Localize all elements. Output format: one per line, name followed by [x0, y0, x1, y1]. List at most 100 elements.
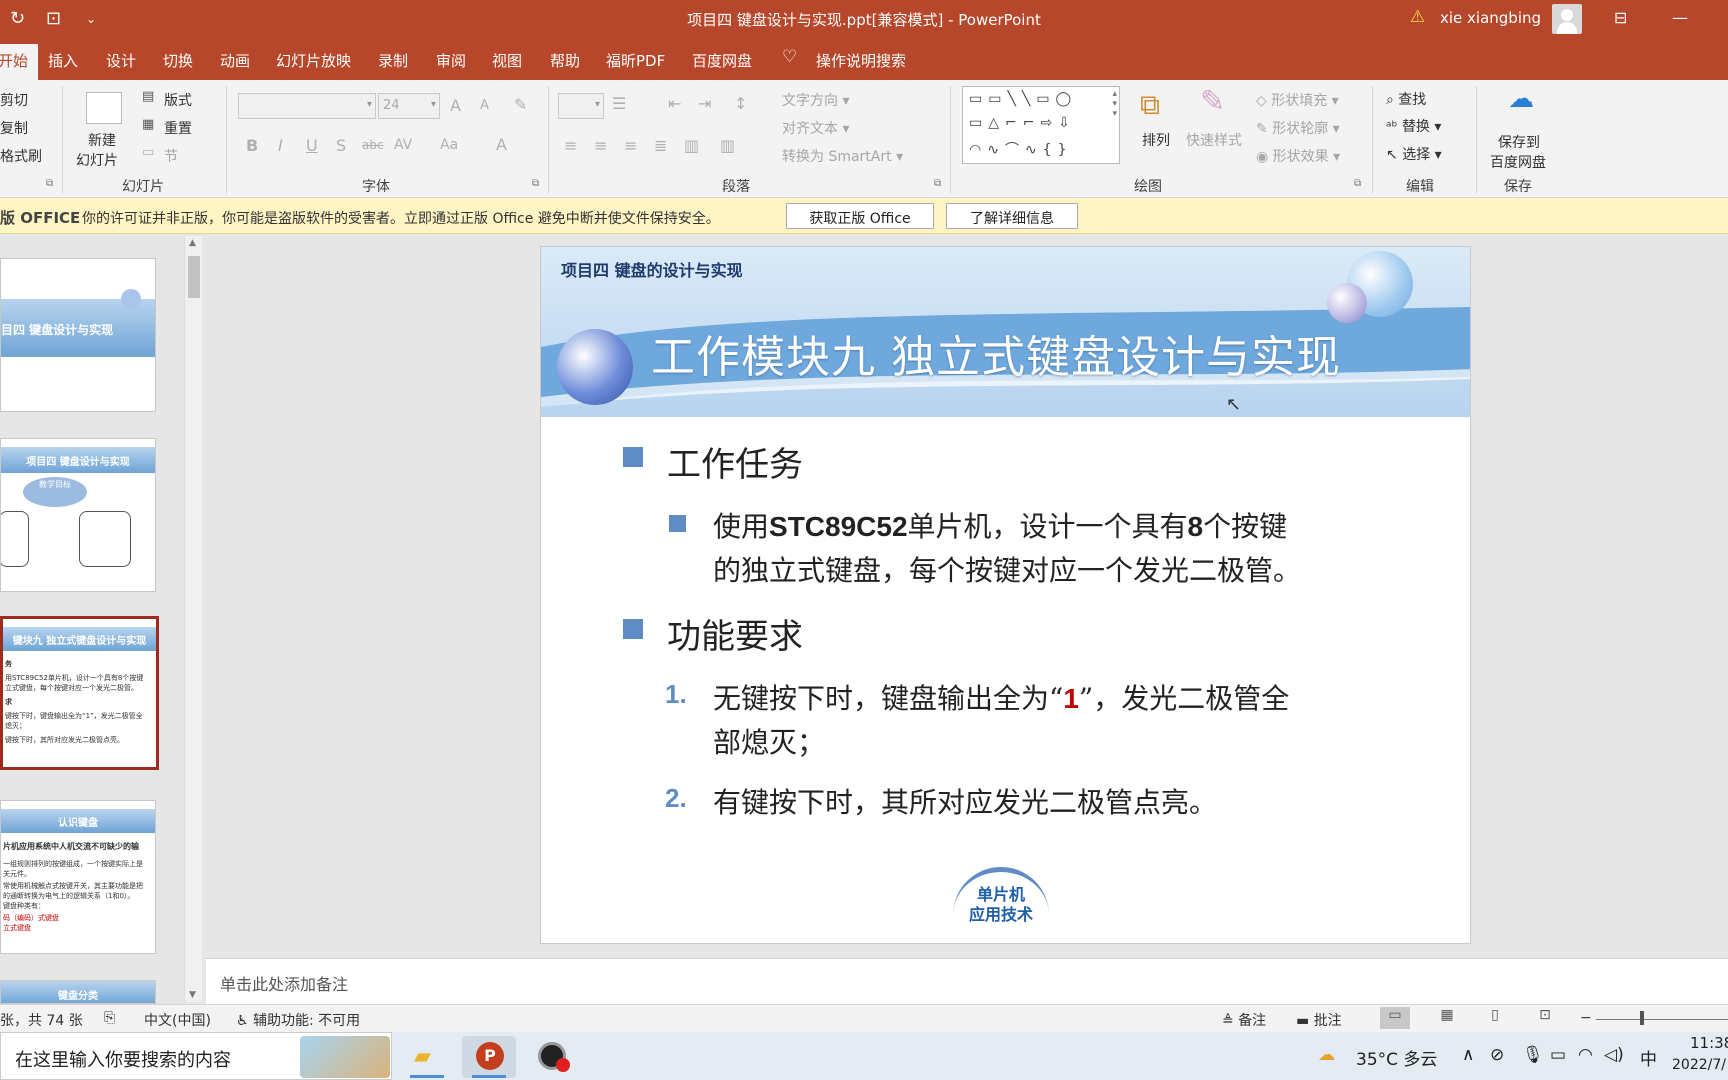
align-center-icon[interactable]: ≡ [594, 136, 607, 155]
requirement-2[interactable]: 有键按下时，其所对应发光二极管点亮。 [713, 781, 1217, 821]
task-description-line1[interactable]: 使用STC89C52单片机，设计一个具有8个按键 [713, 505, 1287, 545]
clock-time[interactable]: 11:38 [1690, 1034, 1728, 1052]
bullets-button[interactable]: ▾ [558, 93, 604, 119]
network-status-icon[interactable]: ⊘ [1490, 1045, 1504, 1065]
slide-thumbnail-selected[interactable]: 键块九 独立式键盘设计与实现 务 用STC89C52单片机，设计一个具有8个按键… [0, 616, 159, 770]
zoom-slider-knob[interactable] [1640, 1011, 1644, 1025]
select-button[interactable]: ↖ 选择 ▾ [1386, 144, 1442, 164]
font-name-combo[interactable]: ▾ [238, 93, 376, 119]
char-spacing-button[interactable]: AV [394, 137, 412, 153]
font-color-button[interactable]: A [496, 135, 507, 154]
decrease-indent-icon[interactable]: ⇤ [668, 94, 681, 113]
bold-button[interactable]: B [246, 136, 258, 155]
section-button[interactable]: 节 [164, 146, 178, 166]
columns-icon[interactable]: ▥ [720, 136, 735, 155]
accessibility-status[interactable]: ♿ 辅助功能: 不可用 [236, 1010, 360, 1030]
zoom-out-icon[interactable]: − [1580, 1010, 1592, 1026]
find-button[interactable]: ⌕ 查找 [1386, 89, 1426, 109]
clear-format-icon[interactable]: ✎ [514, 95, 527, 114]
distribute-icon[interactable]: ▥ [684, 136, 699, 155]
current-slide[interactable]: 项目四 键盘的设计与实现 工作模块九 独立式键盘设计与实现 工作任务 使用STC… [540, 246, 1471, 944]
tab-baidu-netdisk[interactable]: 百度网盘 [692, 50, 752, 71]
shape-fill-button[interactable]: ◇ 形状填充 ▾ [1256, 90, 1339, 110]
increase-indent-icon[interactable]: ⇥ [698, 94, 711, 113]
requirement-1-line2[interactable]: 部熄灭； [713, 721, 825, 761]
arrange-button[interactable]: 排列 [1142, 130, 1170, 150]
get-genuine-office-button[interactable]: 获取正版 Office [786, 203, 934, 229]
reading-view-icon[interactable]: ▯ [1480, 1007, 1510, 1029]
minimize-icon[interactable]: — [1672, 8, 1688, 27]
save-to-baidu-button[interactable]: 保存到 [1498, 132, 1540, 152]
tab-help[interactable]: 帮助 [550, 50, 580, 71]
notes-pane[interactable]: 单击此处添加备注 [206, 958, 1728, 1004]
tab-slideshow[interactable]: 幻灯片放映 [276, 50, 351, 71]
tab-home[interactable]: 开始 [0, 44, 39, 80]
font-size-combo[interactable]: 24 ▾ [378, 93, 440, 119]
strikethrough-button[interactable]: abc [362, 138, 384, 152]
shrink-font-icon[interactable]: A [480, 98, 489, 113]
learn-more-button[interactable]: 了解详细信息 [946, 203, 1078, 229]
slide-thumbnail[interactable]: 项目四 键盘设计与实现 教学目标 [0, 438, 156, 592]
tab-insert[interactable]: 插入 [48, 50, 78, 71]
tab-design[interactable]: 设计 [106, 50, 136, 71]
normal-view-icon[interactable]: ▭ [1380, 1007, 1410, 1029]
tab-transitions[interactable]: 切换 [163, 50, 193, 71]
font-launcher-icon[interactable]: ⧉ [532, 178, 539, 189]
slide-sorter-view-icon[interactable]: ▦ [1432, 1007, 1462, 1029]
warning-icon[interactable]: ⚠ [1410, 7, 1425, 27]
underline-button[interactable]: U [306, 136, 318, 155]
slide-thumbnail[interactable]: 认识键盘 片机应用系统中人机交流不可缺少的输 一组规则排列的按键组成，一个按键实… [0, 800, 156, 954]
scroll-up-icon[interactable]: ▲ [189, 238, 196, 248]
layout-button[interactable]: 版式 [164, 90, 192, 110]
align-right-icon[interactable]: ≡ [624, 136, 637, 155]
grow-font-icon[interactable]: A [450, 96, 461, 115]
slide-thumbnail[interactable]: 键盘分类 [0, 980, 156, 1004]
requirement-1-line1[interactable]: 无键按下时，键盘输出全为“1”，发光二极管全 [713, 677, 1289, 717]
file-explorer-app[interactable]: ▰ [400, 1036, 454, 1078]
ribbon-display-icon[interactable]: ⊟ [1614, 8, 1627, 27]
thumbnail-scrollbar[interactable]: ▲ ▼ [184, 236, 202, 1002]
tab-animations[interactable]: 动画 [220, 50, 250, 71]
line-spacing-icon[interactable]: ↕ [734, 94, 747, 113]
tab-record[interactable]: 录制 [378, 50, 408, 71]
shadow-button[interactable]: S [336, 136, 346, 155]
smartart-button[interactable]: 转换为 SmartArt ▾ [782, 146, 903, 166]
cut-button[interactable]: 剪切 [0, 90, 28, 110]
weather-icon[interactable]: ☁ [1318, 1045, 1335, 1065]
volume-icon[interactable]: ◁) [1604, 1045, 1624, 1065]
justify-icon[interactable]: ≣ [654, 136, 667, 155]
section-heading-task[interactable]: 工作任务 [667, 437, 803, 486]
italic-button[interactable]: I [278, 136, 283, 155]
save-to-baidu-button-line2[interactable]: 百度网盘 [1490, 152, 1546, 172]
slideshow-view-icon[interactable]: ⊡ [1530, 1007, 1560, 1029]
text-direction-button[interactable]: 文字方向 ▾ [782, 90, 849, 110]
zoom-slider[interactable] [1596, 1019, 1728, 1020]
reset-button[interactable]: 重置 [164, 118, 192, 138]
microphone-icon[interactable]: 🎙 [1522, 1045, 1544, 1065]
powerpoint-app[interactable]: P [462, 1036, 516, 1078]
avatar[interactable] [1552, 4, 1582, 34]
shapes-gallery[interactable]: ▭▭╲╲▭◯ ▭△⌐⌐⇨⇩ ◠∿⌒∿{} ▴ ▾ ▾ [962, 86, 1120, 164]
scroll-down-icon[interactable]: ▼ [189, 990, 196, 1000]
comments-toggle[interactable]: ▬ 批注 [1296, 1010, 1342, 1030]
spellcheck-icon[interactable]: ⎘ [104, 1010, 115, 1026]
recorder-app[interactable] [524, 1036, 578, 1078]
copy-button[interactable]: 复制 [0, 118, 28, 138]
scroll-thumb[interactable] [188, 256, 200, 298]
notes-toggle[interactable]: ≜ 备注 [1222, 1010, 1266, 1030]
align-left-icon[interactable]: ≡ [564, 136, 577, 155]
new-slide-icon[interactable] [86, 92, 122, 124]
change-case-button[interactable]: Aa [440, 137, 458, 153]
slide-thumbnail[interactable]: 目四 键盘设计与实现 [0, 258, 156, 412]
section-heading-requirements[interactable]: 功能要求 [667, 609, 803, 658]
tell-me-search[interactable]: 操作说明搜索 [816, 50, 906, 71]
numbering-icon[interactable]: ☰ [612, 94, 626, 113]
drawing-launcher-icon[interactable]: ⧉ [1354, 178, 1361, 189]
task-description-line2[interactable]: 的独立式键盘，每个按键对应一个发光二极管。 [713, 549, 1301, 589]
slide-title[interactable]: 工作模块九 独立式键盘设计与实现 [651, 321, 1341, 385]
language-indicator[interactable]: 中文(中国) [144, 1010, 211, 1030]
battery-icon[interactable]: ▭ [1550, 1045, 1566, 1065]
shapes-scroll-icon[interactable]: ▴ ▾ ▾ [1112, 89, 1117, 119]
align-text-button[interactable]: 对齐文本 ▾ [782, 118, 849, 138]
new-slide-button-line2[interactable]: 幻灯片 [76, 150, 118, 170]
